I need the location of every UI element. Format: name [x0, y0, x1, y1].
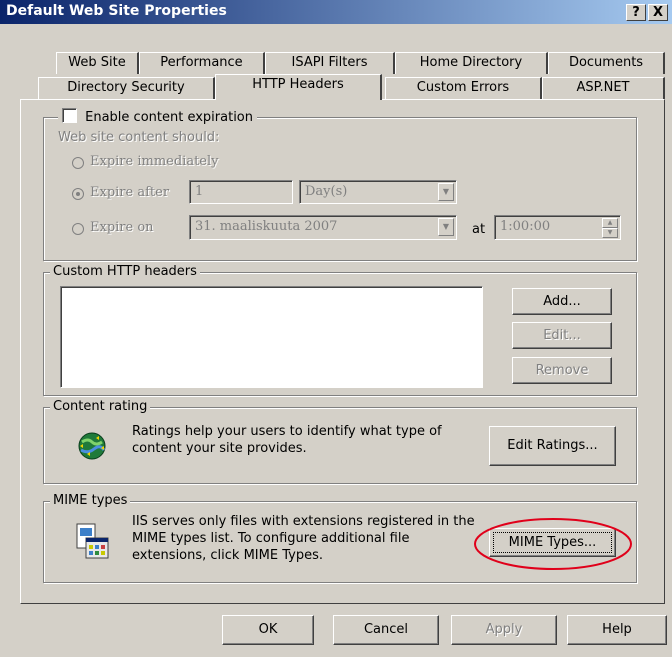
- tab-custom-errors[interactable]: Custom Errors: [385, 77, 542, 99]
- tab-performance[interactable]: Performance: [139, 52, 265, 74]
- spin-down-icon[interactable]: ▼: [602, 228, 618, 238]
- spin-up-icon[interactable]: ▲: [602, 218, 618, 228]
- expire-on-time-field[interactable]: 1:00:00 ▲ ▼: [494, 215, 621, 240]
- edit-ratings-button[interactable]: Edit Ratings...: [489, 426, 616, 466]
- expire-after-value-field[interactable]: 1: [189, 180, 293, 204]
- expire-on-label: Expire on: [90, 220, 154, 235]
- content-rating-label: Content rating: [50, 399, 151, 415]
- expire-immediately-radio[interactable]: [72, 157, 84, 169]
- annotation-red-ellipse: [474, 518, 632, 570]
- content-rating-group: Content rating Ratings help your users t…: [43, 399, 637, 484]
- expire-after-radio[interactable]: [72, 188, 84, 200]
- expire-after-unit-value: Day(s): [305, 184, 348, 199]
- tab-web-site[interactable]: Web Site: [56, 52, 139, 74]
- tab-http-headers[interactable]: HTTP Headers: [215, 74, 382, 100]
- expiration-checkbox-row[interactable]: Enable content expiration: [58, 108, 257, 126]
- enable-expiration-label: Enable content expiration: [85, 110, 253, 125]
- tab-panel-http-headers: Enable content expiration Web site conte…: [20, 99, 665, 604]
- chevron-down-icon[interactable]: ▼: [438, 183, 454, 201]
- remove-header-button[interactable]: Remove: [512, 357, 612, 384]
- window-title: Default Web Site Properties: [6, 3, 227, 19]
- add-header-button[interactable]: Add...: [512, 288, 612, 315]
- mime-types-group: MIME types IIS serves only files with ex…: [43, 493, 637, 583]
- ratings-globe-icon: [78, 432, 106, 460]
- tab-home-directory[interactable]: Home Directory: [395, 52, 548, 74]
- cancel-button[interactable]: Cancel: [333, 615, 439, 645]
- custom-headers-label: Custom HTTP headers: [50, 264, 200, 280]
- expire-on-date-picker[interactable]: 31. maaliskuuta 2007 ▼: [189, 215, 457, 240]
- apply-button[interactable]: Apply: [451, 615, 557, 645]
- mime-types-description: IIS serves only files with extensions re…: [132, 514, 475, 563]
- expire-immediately-label: Expire immediately: [90, 154, 219, 169]
- tab-documents[interactable]: Documents: [548, 52, 665, 74]
- expire-on-time-value: 1:00:00: [500, 219, 551, 234]
- expire-on-date-value: 31. maaliskuuta 2007: [195, 219, 338, 234]
- mime-types-label: MIME types: [50, 493, 131, 509]
- help-title-button[interactable]: ?: [626, 4, 646, 21]
- help-button[interactable]: Help: [567, 615, 667, 645]
- enable-expiration-checkbox[interactable]: [62, 108, 77, 123]
- expire-after-unit-select[interactable]: Day(s) ▼: [299, 180, 457, 204]
- at-label: at: [472, 222, 486, 237]
- properties-dialog: Default Web Site Properties ? X Web Site…: [0, 0, 672, 657]
- chevron-down-icon[interactable]: ▼: [438, 218, 454, 236]
- expire-on-radio[interactable]: [72, 223, 84, 235]
- content-should-label: Web site content should:: [58, 130, 220, 145]
- mime-types-icon: [76, 523, 109, 559]
- expiration-group: Enable content expiration Web site conte…: [43, 108, 637, 261]
- tab-directory-security[interactable]: Directory Security: [38, 77, 215, 99]
- tab-isapi-filters[interactable]: ISAPI Filters: [265, 52, 395, 74]
- custom-headers-group: Custom HTTP headers Add... Edit... Remov…: [43, 264, 637, 396]
- ok-button[interactable]: OK: [222, 615, 314, 645]
- title-bar[interactable]: Default Web Site Properties ? X: [0, 0, 672, 24]
- expire-after-label: Expire after: [90, 185, 170, 200]
- close-title-button[interactable]: X: [648, 4, 668, 21]
- tab-asp-net[interactable]: ASP.NET: [542, 77, 665, 99]
- edit-header-button[interactable]: Edit...: [512, 322, 612, 349]
- custom-headers-list[interactable]: [60, 286, 483, 388]
- content-rating-description: Ratings help your users to identify what…: [132, 424, 442, 456]
